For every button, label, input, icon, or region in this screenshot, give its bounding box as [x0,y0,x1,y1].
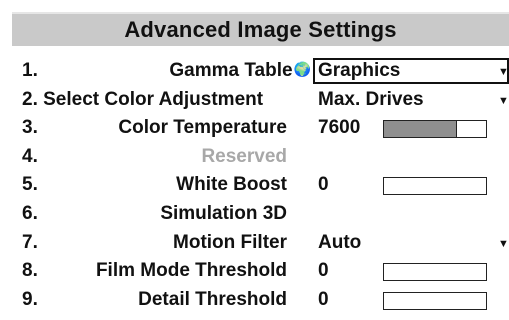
menu-row-color-temperature[interactable]: 3. Color Temperature 7600 [12,114,509,143]
menu-row-simulation-3d[interactable]: 6. Simulation 3D [12,200,509,229]
color-temperature-value: 7600 [318,117,361,138]
color-temperature-slider[interactable] [383,120,487,138]
select-color-adjustment-value[interactable]: Max. Drives [318,89,424,111]
row-number: 4. [22,146,38,167]
menu-title-bar: Advanced Image Settings [12,12,509,46]
white-boost-slider[interactable] [383,177,487,195]
detail-threshold-slider[interactable] [383,292,487,310]
menu-row-select-color-adjustment[interactable]: 2. Select Color Adjustment Max. Drives ▼ [12,86,509,115]
dropdown-arrow-icon[interactable]: ▼ [498,238,509,250]
menu-title: Advanced Image Settings [124,17,397,42]
row-number: 8. [22,260,38,281]
row-label-reserved: Reserved [201,146,287,167]
film-mode-threshold-slider[interactable] [383,263,487,281]
row-label-motion-filter: Motion Filter [173,232,287,253]
gamma-table-value: Graphics [318,60,401,81]
menu-row-reserved: 4. Reserved [12,143,509,172]
film-mode-threshold-value: 0 [318,260,329,281]
row-number: 7. [22,232,38,253]
white-boost-value: 0 [318,174,329,195]
dropdown-arrow-icon[interactable]: ▼ [498,95,509,107]
row-label-color-temperature: Color Temperature [118,117,287,138]
row-number: 1. [22,60,38,81]
row-label-select-color-adjustment: 2. Select Color Adjustment [22,89,264,110]
detail-threshold-value: 0 [318,289,329,310]
row-number: 6. [22,203,38,224]
row-label-gamma-table: Gamma Table🌍 [169,60,311,81]
row-number: 3. [22,117,38,138]
menu-row-film-mode-threshold[interactable]: 8. Film Mode Threshold 0 [12,257,509,286]
slider-fill [384,121,458,137]
row-label-film-mode-threshold: Film Mode Threshold [95,260,287,281]
menu-row-motion-filter[interactable]: 7. Motion Filter Auto ▼ [12,229,509,258]
menu-row-gamma-table[interactable]: 1. Gamma Table🌍 Graphics ▼ [12,57,509,86]
menu-row-white-boost[interactable]: 5. White Boost 0 [12,171,509,200]
dropdown-arrow-icon[interactable]: ▼ [498,66,509,78]
row-label-simulation-3d: Simulation 3D [160,203,287,224]
globe-icon: 🌍 [293,61,311,77]
row-number: 9. [22,289,38,310]
advanced-image-settings-menu: Advanced Image Settings 1. Gamma Table🌍 … [0,0,509,320]
row-number: 5. [22,174,38,195]
menu-row-detail-threshold[interactable]: 9. Detail Threshold 0 [12,286,509,315]
row-label-white-boost: White Boost [176,174,287,195]
motion-filter-value[interactable]: Auto [318,232,361,254]
row-label-detail-threshold: Detail Threshold [138,289,287,310]
